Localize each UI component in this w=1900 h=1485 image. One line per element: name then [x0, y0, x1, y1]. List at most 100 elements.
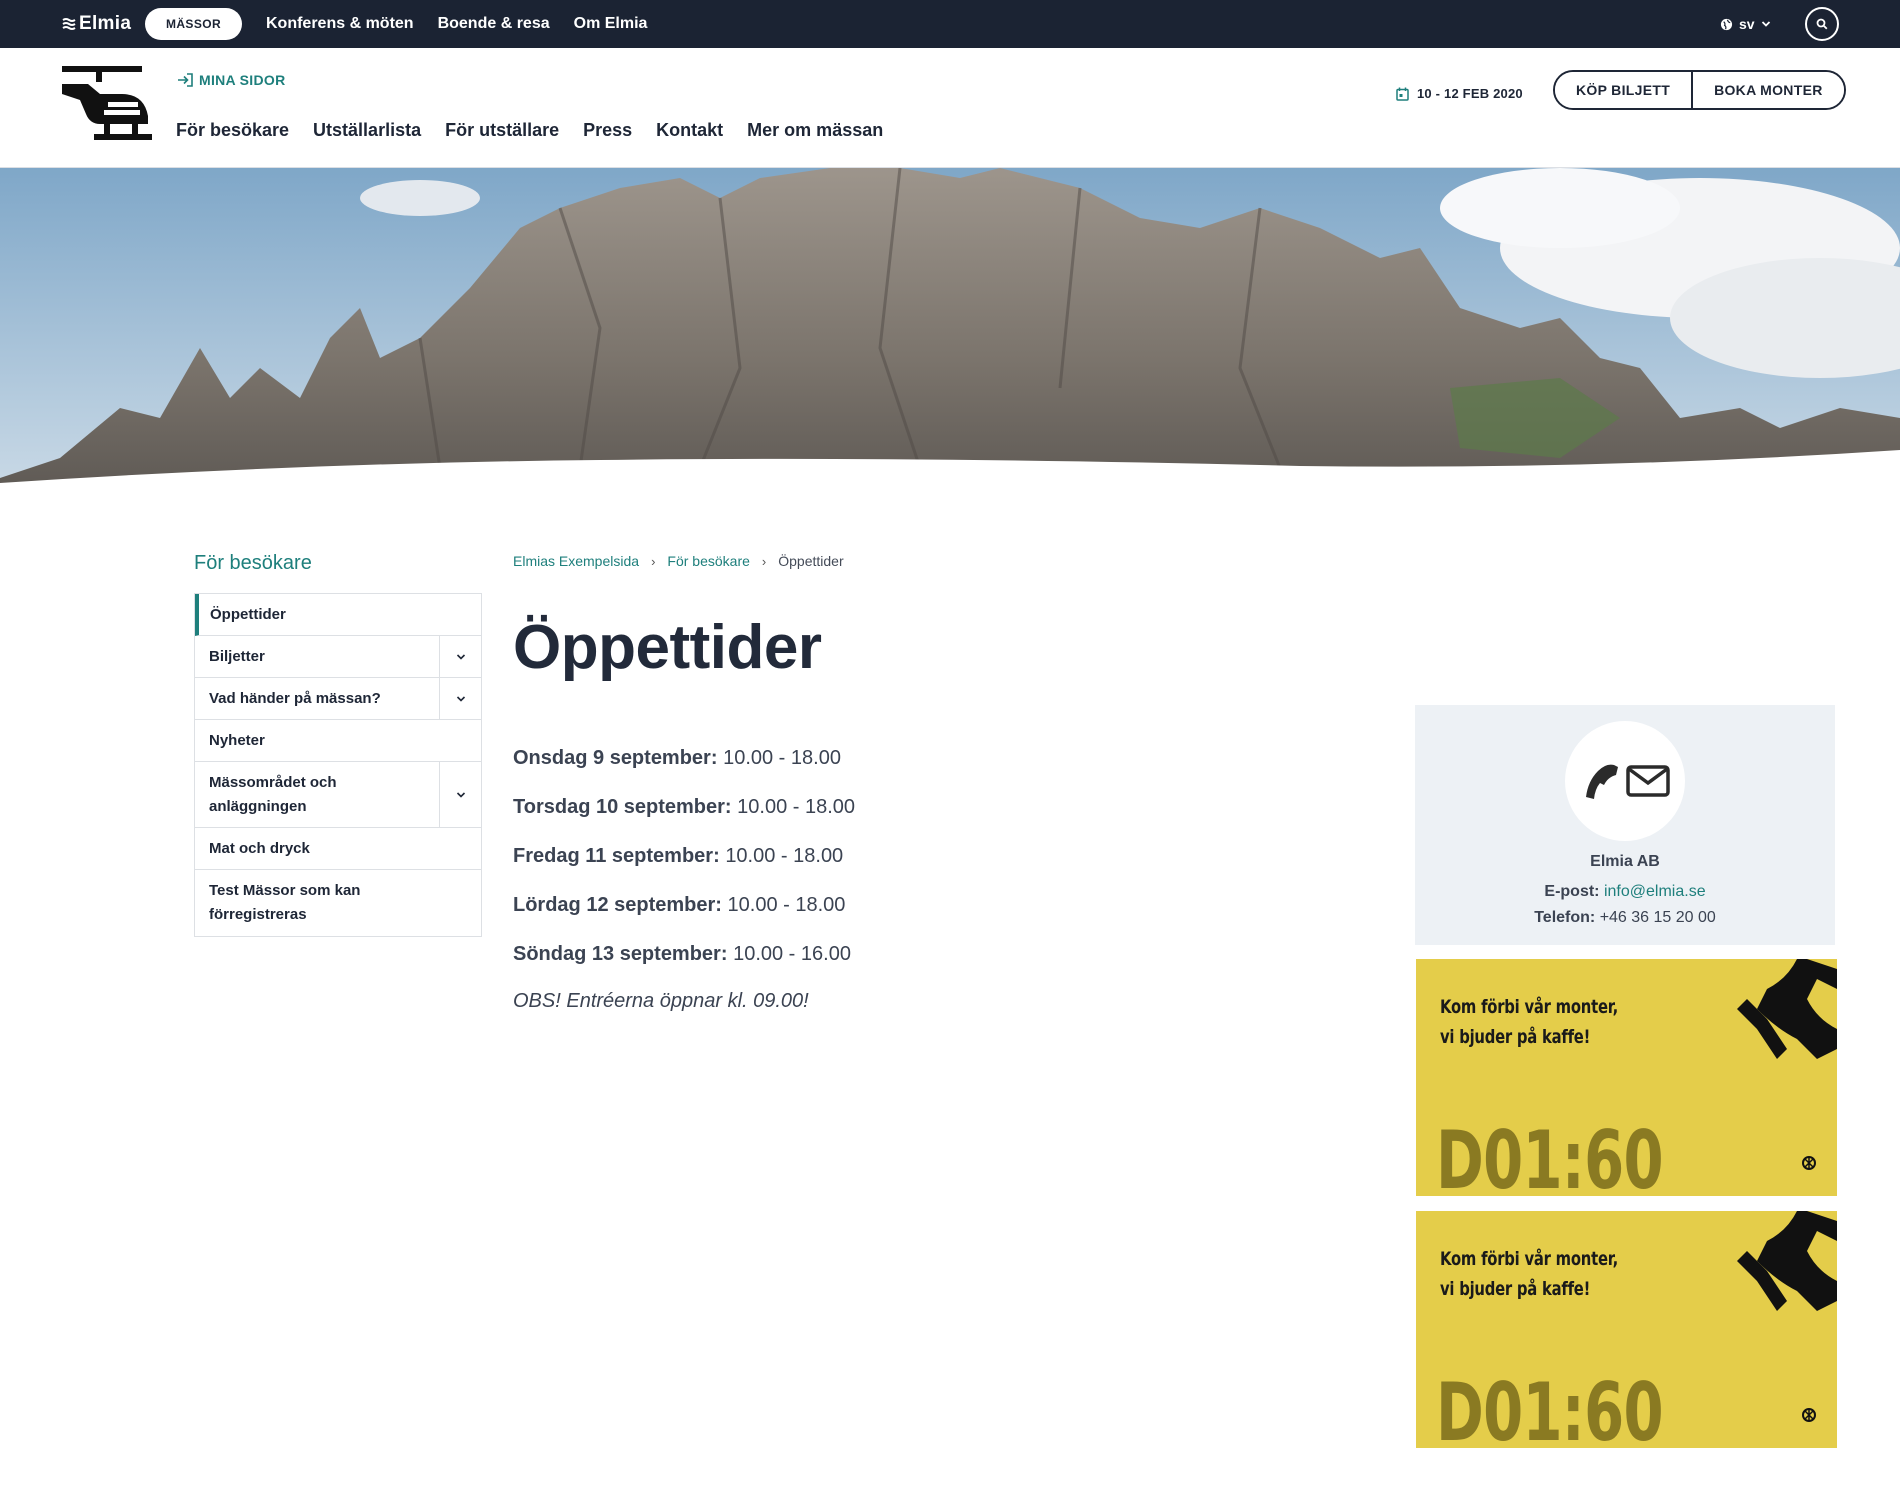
- opening-hours-row: Torsdag 10 september: 10.00 - 18.00: [513, 795, 855, 844]
- breadcrumb-current: Öppettider: [778, 553, 844, 569]
- nav-mer-om-massan[interactable]: Mer om mässan: [747, 120, 883, 141]
- search-button[interactable]: [1805, 7, 1839, 41]
- sidebar-item-label: Test Mässor som kan förregistreras: [209, 882, 361, 923]
- opening-hours-list: Onsdag 9 september: 10.00 - 18.00 Torsda…: [513, 746, 855, 991]
- contact-card: Elmia AB E-post: info@elmia.se Telefon: …: [1415, 705, 1835, 945]
- expand-button[interactable]: [439, 678, 481, 719]
- phone-icon: [1586, 764, 1618, 799]
- book-booth-button[interactable]: BOKA MONTER: [1691, 72, 1844, 108]
- chevron-down-icon: [456, 695, 465, 702]
- cta-button-group: KÖP BILJETT BOKA MONTER: [1553, 70, 1846, 110]
- ad-small-logo-icon: [1802, 1156, 1816, 1170]
- opening-hours-row: Söndag 13 september: 10.00 - 16.00: [513, 942, 855, 991]
- main-nav: För besökare Utställarlista För utställa…: [176, 120, 907, 141]
- hero-image: [0, 168, 1900, 488]
- nav-for-besokare[interactable]: För besökare: [176, 120, 289, 141]
- sidebar-item-label: Öppettider: [210, 605, 286, 623]
- search-icon: [1816, 18, 1828, 30]
- top-link-om-elmia[interactable]: Om Elmia: [574, 15, 648, 33]
- ad-booth-code: D01:60: [1436, 1366, 1664, 1449]
- event-date: 10 - 12 FEB 2020: [1396, 86, 1523, 101]
- ad-booth-code: D01:60: [1436, 1114, 1664, 1197]
- globe-icon: [1720, 18, 1733, 30]
- ad-text: Kom förbi vår monter, vi bjuder på kaffe…: [1440, 1244, 1618, 1304]
- chevron-down-icon: [456, 791, 465, 798]
- contact-phone: +46 36 15 20 00: [1599, 909, 1716, 926]
- chevron-right-icon: ›: [651, 553, 656, 569]
- elmia-wave-icon: [62, 18, 76, 30]
- chevron-down-icon: [456, 653, 465, 660]
- contact-phone-label: Telefon:: [1534, 909, 1596, 926]
- hours-time: 10.00 - 18.00: [727, 894, 846, 916]
- breadcrumb-link-home[interactable]: Elmias Exempelsida: [513, 553, 639, 569]
- top-links: Konferens & möten Boende & resa Om Elmia: [266, 0, 671, 48]
- nav-for-utstallare[interactable]: För utställare: [445, 120, 559, 141]
- login-icon: [178, 73, 193, 87]
- opening-hours-row: Onsdag 9 september: 10.00 - 18.00: [513, 746, 855, 795]
- sidebar-item-massomradet[interactable]: Mässområdet och anläggningen: [195, 762, 481, 828]
- sidebar-item-oppettider[interactable]: Öppettider: [195, 594, 481, 636]
- expand-button[interactable]: [439, 636, 481, 677]
- breadcrumb-link-for-besokare[interactable]: För besökare: [667, 553, 749, 569]
- sidebar-nav: Öppettider Biljetter Vad händer på mässa…: [194, 593, 482, 937]
- contact-icon-circle: [1565, 721, 1685, 841]
- sidebar-item-label: Mat och dryck: [209, 839, 310, 857]
- ad-logo-mark-icon: [1737, 959, 1837, 1059]
- hours-day: Fredag 11 september:: [513, 845, 720, 867]
- breadcrumb: Elmias Exempelsida › För besökare › Öppe…: [513, 553, 844, 569]
- sidebar-title: För besökare: [194, 552, 312, 574]
- contact-email-label: E-post:: [1544, 883, 1600, 900]
- ad-logo-mark-icon: [1737, 1211, 1837, 1311]
- language-selector[interactable]: sv: [1720, 14, 1771, 34]
- contact-email-link[interactable]: info@elmia.se: [1604, 883, 1706, 900]
- event-date-text: 10 - 12 FEB 2020: [1417, 86, 1523, 101]
- hours-day: Torsdag 10 september:: [513, 796, 732, 818]
- ad-small-logo-icon: [1802, 1408, 1816, 1422]
- ad-line-1: Kom förbi vår monter,: [1440, 1248, 1619, 1270]
- nav-utstallarlista[interactable]: Utställarlista: [313, 120, 421, 141]
- contact-company: Elmia AB: [1590, 853, 1660, 870]
- sidebar-item-mat-och-dryck[interactable]: Mat och dryck: [195, 828, 481, 870]
- mail-icon: [1626, 765, 1670, 797]
- sidebar-item-label: Nyheter: [209, 731, 265, 749]
- nav-press[interactable]: Press: [583, 120, 632, 141]
- helicopter-logo-icon[interactable]: [60, 64, 154, 144]
- ad-line-2: vi bjuder på kaffe!: [1440, 1278, 1591, 1300]
- hours-time: 10.00 - 16.00: [733, 943, 851, 965]
- ad-banner[interactable]: Kom förbi vår monter, vi bjuder på kaffe…: [1416, 1211, 1837, 1448]
- ad-banner[interactable]: Kom förbi vår monter, vi bjuder på kaffe…: [1416, 959, 1837, 1196]
- buy-ticket-button[interactable]: KÖP BILJETT: [1555, 72, 1692, 108]
- sidebar-item-nyheter[interactable]: Nyheter: [195, 720, 481, 762]
- contact-phone-row: Telefon: +46 36 15 20 00: [1415, 909, 1835, 927]
- sidebar-item-label: Mässområdet och anläggningen: [209, 773, 337, 815]
- chevron-right-icon: ›: [761, 553, 767, 569]
- massor-pill-button[interactable]: MÄSSOR: [145, 8, 242, 40]
- page-title: Öppettider: [513, 613, 822, 682]
- hours-day: Onsdag 9 september:: [513, 747, 718, 769]
- top-link-konferens[interactable]: Konferens & möten: [266, 15, 414, 33]
- opening-hours-row: Fredag 11 september: 10.00 - 18.00: [513, 844, 855, 893]
- expand-button[interactable]: [439, 762, 481, 827]
- top-bar: Elmia MÄSSOR Konferens & möten Boende & …: [0, 0, 1900, 48]
- hours-time: 10.00 - 18.00: [723, 747, 841, 769]
- sidebar-item-label: Biljetter: [209, 647, 265, 665]
- mina-sidor-link[interactable]: MINA SIDOR: [177, 72, 285, 88]
- opening-hours-row: Lördag 12 september: 10.00 - 18.00: [513, 893, 855, 942]
- calendar-icon: [1396, 87, 1409, 101]
- elmia-logo[interactable]: Elmia: [62, 13, 131, 35]
- ad-line-1: Kom förbi vår monter,: [1440, 996, 1619, 1018]
- nav-kontakt[interactable]: Kontakt: [656, 120, 723, 141]
- top-link-boende[interactable]: Boende & resa: [438, 15, 550, 33]
- sidebar-item-biljetter[interactable]: Biljetter: [195, 636, 481, 678]
- sidebar-item-test-massor[interactable]: Test Mässor som kan förregistreras: [195, 870, 481, 936]
- mina-sidor-label: MINA SIDOR: [199, 72, 286, 88]
- hours-time: 10.00 - 18.00: [725, 845, 844, 867]
- sidebar-item-vad-hander[interactable]: Vad händer på mässan?: [195, 678, 481, 720]
- brand-text: Elmia: [79, 13, 132, 34]
- ad-text: Kom förbi vår monter, vi bjuder på kaffe…: [1440, 992, 1618, 1052]
- chevron-down-icon: [1761, 21, 1770, 27]
- language-code: sv: [1739, 16, 1755, 32]
- sidebar-item-label: Vad händer på mässan?: [209, 689, 381, 707]
- site-header: MINA SIDOR För besökare Utställarlista F…: [0, 48, 1900, 168]
- hours-day: Söndag 13 september:: [513, 943, 728, 965]
